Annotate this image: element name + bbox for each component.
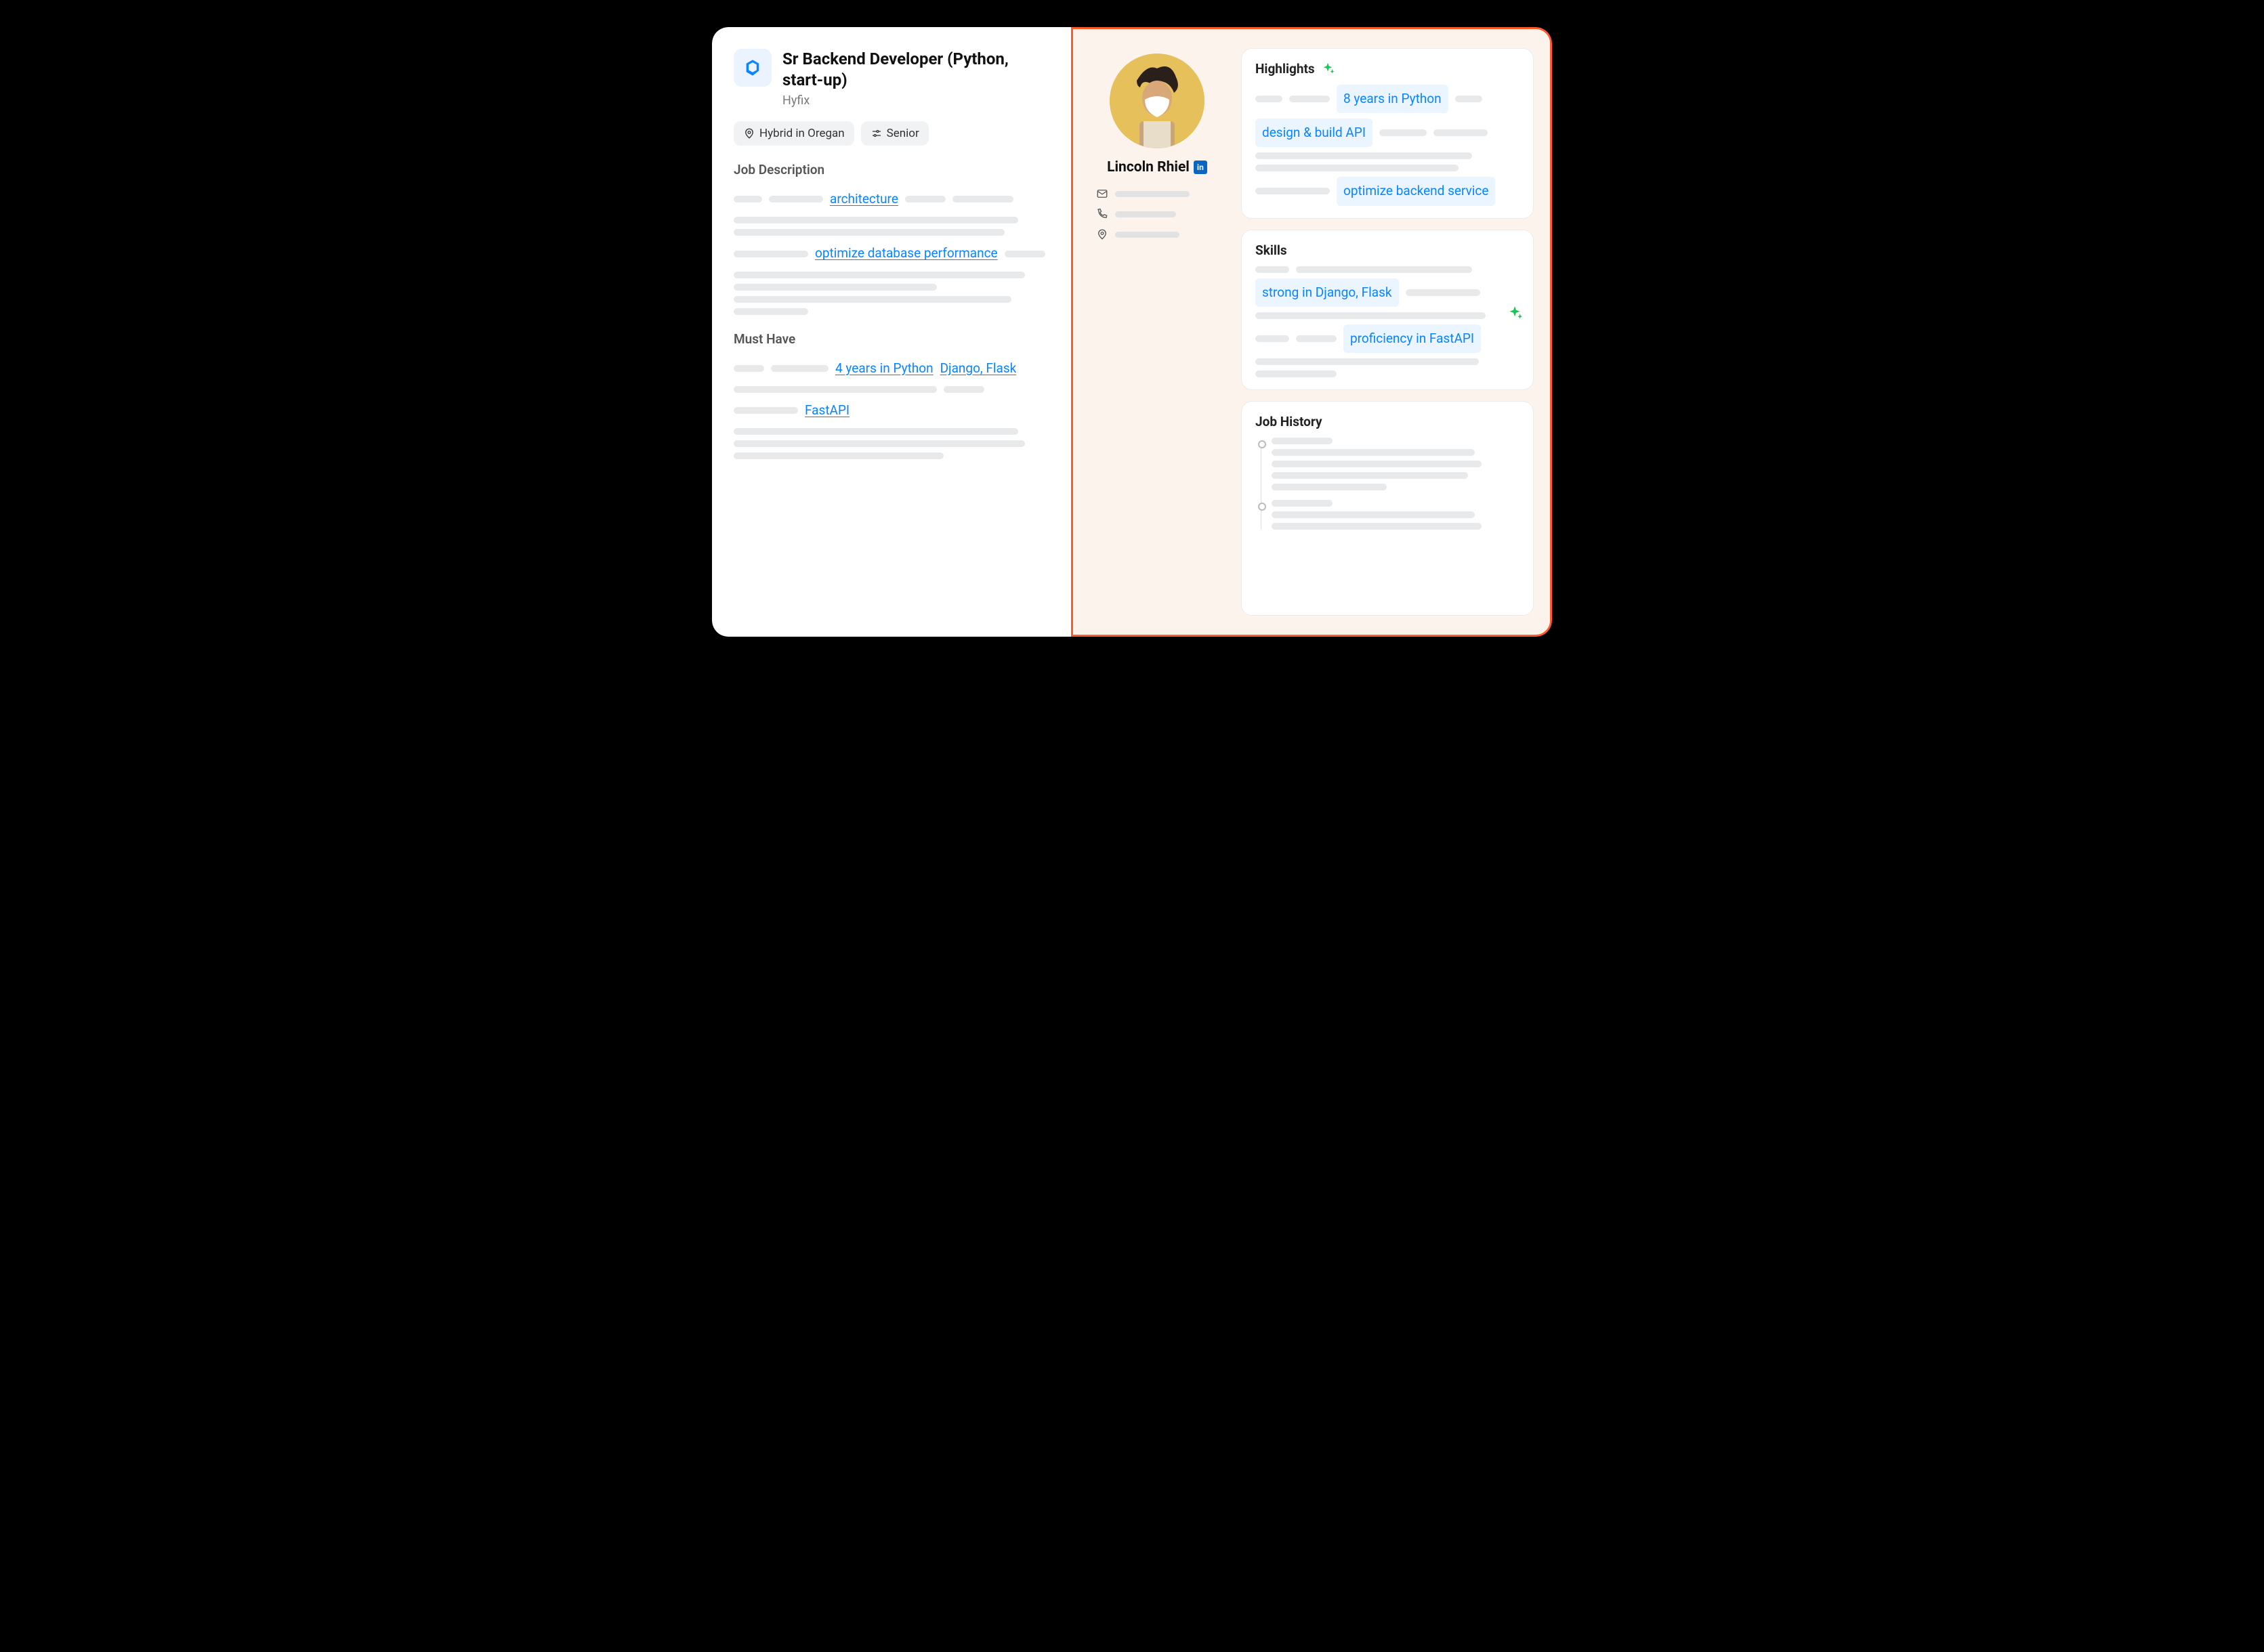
- chip-years-python: 8 years in Python: [1337, 85, 1448, 113]
- chip-optimize-backend: optimize backend service: [1337, 177, 1495, 205]
- phone-icon: [1096, 208, 1108, 220]
- section-heading-description: Job Description: [734, 162, 1049, 177]
- chip-django-flask: strong in Django, Flask: [1255, 278, 1399, 307]
- job-description-body: architecture optimize database performan…: [734, 187, 1049, 314]
- contact-email[interactable]: [1096, 188, 1218, 200]
- card-highlights-heading: Highlights: [1255, 61, 1519, 77]
- timeline-item: [1272, 438, 1519, 490]
- chip-design-api: design & build API: [1255, 119, 1372, 147]
- company-name: Hyfix: [782, 93, 1049, 108]
- job-panel: Sr Backend Developer (Python, start-up) …: [712, 27, 1071, 637]
- link-fastapi[interactable]: FastAPI: [805, 398, 850, 423]
- job-title-block: Sr Backend Developer (Python, start-up) …: [782, 49, 1049, 108]
- link-django-flask[interactable]: Django, Flask: [940, 356, 1017, 381]
- linkedin-icon[interactable]: in: [1194, 161, 1207, 174]
- chip-fastapi: proficiency in FastAPI: [1343, 324, 1481, 353]
- candidate-name: Lincoln Rhiel: [1107, 159, 1190, 175]
- link-architecture[interactable]: architecture: [830, 187, 898, 211]
- highlights-body: 8 years in Python design & build API opt…: [1255, 85, 1519, 206]
- sparkle-icon: [1320, 62, 1335, 77]
- candidate-sidebar: Lincoln Rhiel in: [1089, 48, 1225, 616]
- section-heading-musthave: Must Have: [734, 331, 1049, 347]
- contact-location[interactable]: [1096, 228, 1218, 240]
- card-job-history-heading: Job History: [1255, 414, 1519, 429]
- link-optimize-db[interactable]: optimize database performance: [815, 241, 998, 266]
- skills-body: strong in Django, Flask proficiency in F…: [1255, 266, 1519, 377]
- card-job-history: Job History: [1241, 401, 1534, 616]
- pill-location-label: Hybrid in Oregan: [759, 127, 845, 140]
- candidate-name-row: Lincoln Rhiel in: [1107, 159, 1207, 175]
- hexagon-icon: [743, 58, 762, 77]
- map-pin-icon: [1096, 228, 1108, 240]
- candidate-panel: Lincoln Rhiel in: [1071, 27, 1552, 637]
- must-have-body: 4 years in Python Django, Flask FastAPI: [734, 356, 1049, 459]
- card-skills-heading: Skills: [1255, 242, 1519, 258]
- mail-icon: [1096, 188, 1108, 200]
- pill-level[interactable]: Senior: [861, 121, 929, 146]
- map-pin-icon: [743, 127, 755, 140]
- sparkle-icon: [1506, 305, 1524, 322]
- avatar-image: [1110, 54, 1204, 148]
- job-history-timeline: [1255, 438, 1519, 530]
- highlights-heading-label: Highlights: [1255, 61, 1315, 77]
- app-container: Sr Backend Developer (Python, start-up) …: [712, 27, 1552, 637]
- card-skills: Skills strong in Django, Flask proficien…: [1241, 230, 1534, 390]
- card-highlights: Highlights 8 years in Python design & bu…: [1241, 48, 1534, 219]
- pill-location[interactable]: Hybrid in Oregan: [734, 121, 854, 146]
- link-years-python[interactable]: 4 years in Python: [835, 356, 934, 381]
- contact-phone[interactable]: [1096, 208, 1218, 220]
- avatar: [1110, 54, 1204, 148]
- timeline-item: [1272, 500, 1519, 530]
- sliders-icon: [871, 127, 883, 140]
- company-logo: [734, 49, 772, 87]
- job-pill-row: Hybrid in Oregan Senior: [734, 121, 1049, 146]
- candidate-cards: Highlights 8 years in Python design & bu…: [1241, 48, 1534, 616]
- job-title: Sr Backend Developer (Python, start-up): [782, 49, 1049, 91]
- job-header: Sr Backend Developer (Python, start-up) …: [734, 49, 1049, 108]
- pill-level-label: Senior: [887, 127, 919, 140]
- contact-list: [1089, 188, 1225, 240]
